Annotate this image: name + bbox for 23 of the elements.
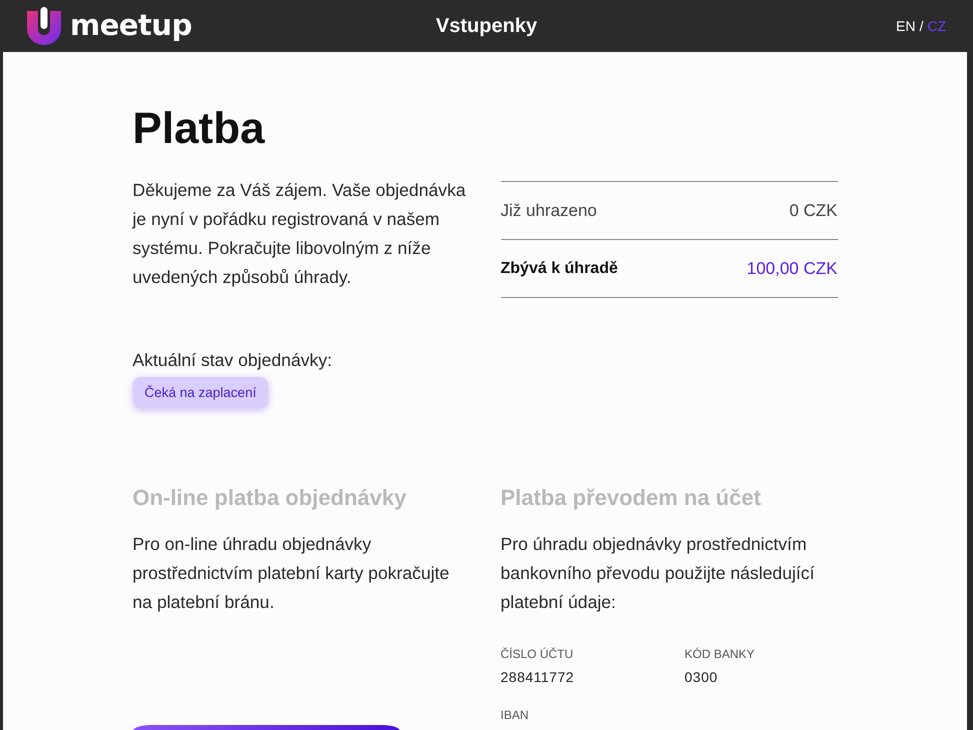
language-separator: / [919, 18, 924, 34]
u-logo-icon [27, 7, 61, 45]
page-title: Platba [132, 103, 265, 155]
summary-amount: 0 CZK [789, 200, 838, 220]
summary-label: Zbývá k úhradě [500, 260, 618, 278]
section-text: Pro on-line úhradu objednávky prostřednictvím platební karty pokračujte na platební bránu. [132, 533, 450, 614]
section-text: Pro úhradu objednávky prostřednictvím bankovního převodu použijte následující platební údaje: [500, 533, 816, 614]
section-heading: Platba převodem na účet [500, 484, 761, 512]
section-heading: On-line platba objednávky [132, 484, 406, 512]
page-heading: Vstupenky [436, 14, 538, 38]
field-label: ČÍSLO ÚČTU [500, 646, 574, 662]
summary-label: Již uhrazeno [500, 200, 597, 220]
status-badge: Čeká na zaplacení [132, 377, 268, 408]
logo-wordmark[interactable]: meetup [70, 10, 192, 40]
summary-amount: 100,00 CZK [746, 258, 838, 278]
intro-text: Děkujeme za Váš zájem. Vaše objednávka je nyní v pořádku registrovaná v našem systému. Pokračujte libovolným z níže uvedených způsobů úhrady. [132, 179, 467, 289]
payment-button[interactable] [132, 725, 400, 730]
status-label: Aktuální stav objednávky: [132, 349, 332, 372]
field-label: IBAN [500, 707, 529, 723]
field-value: 288411772 [500, 668, 574, 687]
field-label: KÓD BANKY [684, 646, 755, 662]
language-link[interactable]: EN [896, 18, 916, 34]
field-value: 0300 [684, 668, 718, 687]
